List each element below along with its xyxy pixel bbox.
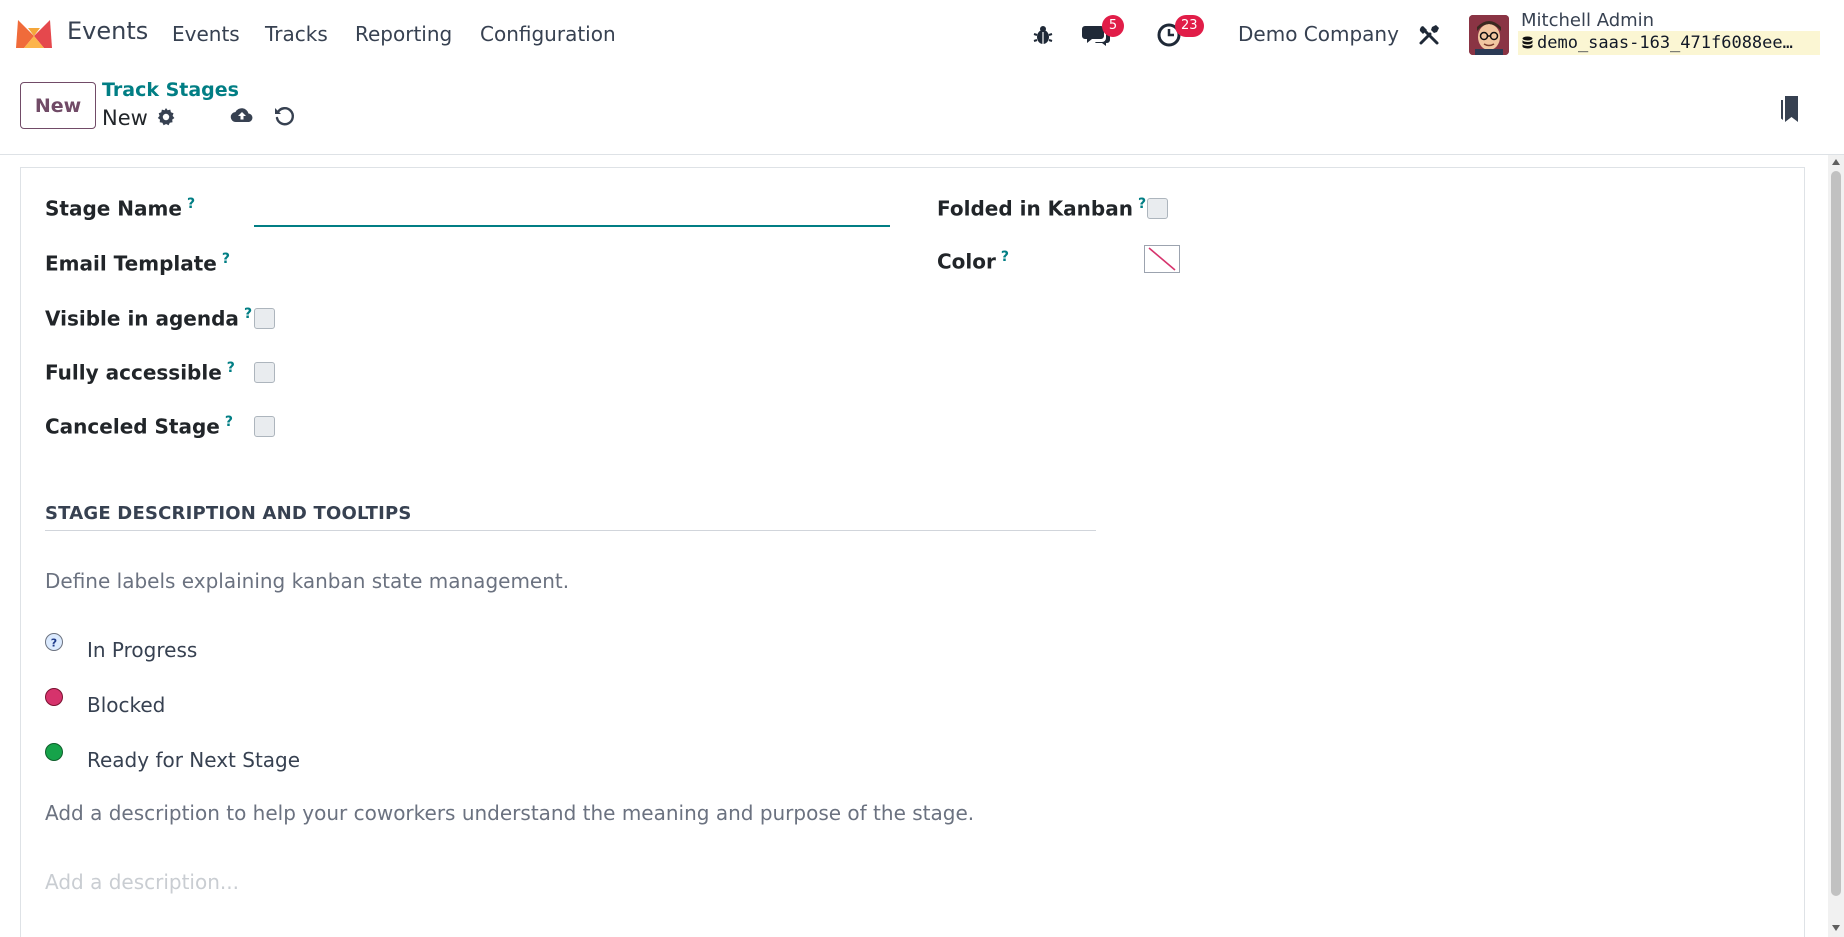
menu-configuration[interactable]: Configuration: [480, 22, 616, 46]
canceled-stage-checkbox[interactable]: [254, 416, 275, 437]
color-help[interactable]: ?: [1001, 249, 1009, 265]
section-divider: [45, 530, 1096, 531]
visible-in-agenda-help[interactable]: ?: [244, 306, 252, 322]
top-navbar: Events Events Tracks Reporting Configura…: [0, 0, 1844, 69]
company-switcher[interactable]: Demo Company: [1238, 22, 1399, 46]
activities-badge: 23: [1175, 15, 1204, 37]
database-label: demo_saas-163_471f6088ee…: [1537, 33, 1793, 53]
state-in-progress-icon[interactable]: ?: [45, 633, 63, 651]
visible-in-agenda-checkbox[interactable]: [254, 308, 275, 329]
canceled-stage-label: Canceled Stage?: [45, 414, 233, 439]
section-help-text: Define labels explaining kanban state ma…: [45, 569, 570, 593]
state-blocked-label[interactable]: Blocked: [87, 693, 165, 717]
scroll-down-arrow-icon[interactable]: [1832, 925, 1840, 931]
scroll-thumb[interactable]: [1831, 171, 1841, 896]
stage-name-help[interactable]: ?: [187, 196, 195, 212]
state-ready-label[interactable]: Ready for Next Stage: [87, 748, 300, 772]
email-template-help[interactable]: ?: [222, 251, 230, 267]
fully-accessible-checkbox[interactable]: [254, 362, 275, 383]
email-template-label: Email Template?: [45, 251, 230, 276]
stage-name-underline: [254, 225, 890, 227]
save-cloud-icon[interactable]: [230, 104, 254, 126]
state-ready-icon[interactable]: [45, 743, 63, 761]
breadcrumb-track-stages[interactable]: Track Stages: [102, 79, 239, 101]
no-color-slash-icon: [1148, 247, 1176, 271]
bookmark-icon[interactable]: [1779, 94, 1801, 124]
question-icon: ?: [51, 637, 57, 650]
section-title: STAGE DESCRIPTION AND TOOLTIPS: [45, 503, 412, 524]
control-panel: New Track Stages New: [0, 69, 1844, 155]
menu-events[interactable]: Events: [172, 22, 240, 46]
discard-undo-icon[interactable]: [273, 105, 295, 127]
fully-accessible-label: Fully accessible?: [45, 360, 235, 385]
menu-reporting[interactable]: Reporting: [355, 22, 452, 46]
settings-tools-icon[interactable]: [1417, 23, 1441, 47]
color-picker[interactable]: [1144, 245, 1180, 273]
messages-badge: 5: [1102, 15, 1124, 37]
user-name[interactable]: Mitchell Admin: [1521, 10, 1654, 31]
stage-name-label: Stage Name?: [45, 196, 196, 221]
fully-accessible-help[interactable]: ?: [227, 360, 235, 376]
visible-in-agenda-label: Visible in agenda?: [45, 306, 253, 331]
avatar-face-icon: [1469, 15, 1509, 55]
user-avatar[interactable]: [1469, 15, 1509, 55]
record-name: New: [102, 106, 148, 130]
form-sheet: Stage Name? Email Template? Visible in a…: [20, 167, 1805, 937]
folded-in-kanban-label: Folded in Kanban?: [937, 196, 1147, 221]
svg-text:?: ?: [51, 637, 57, 650]
menu-tracks[interactable]: Tracks: [265, 22, 328, 46]
scroll-up-arrow-icon[interactable]: [1832, 159, 1840, 165]
state-blocked-icon[interactable]: [45, 688, 63, 706]
app-name[interactable]: Events: [67, 17, 148, 45]
debug-bug-icon[interactable]: [1032, 24, 1054, 46]
gear-icon[interactable]: [156, 107, 176, 127]
color-label: Color?: [937, 249, 1010, 274]
new-button[interactable]: New: [20, 82, 96, 129]
description-editor[interactable]: Add a description...: [45, 870, 239, 894]
page-scrollbar[interactable]: [1828, 155, 1844, 937]
state-in-progress-label[interactable]: In Progress: [87, 638, 197, 662]
canceled-stage-help[interactable]: ?: [225, 414, 233, 430]
folded-in-kanban-help[interactable]: ?: [1138, 196, 1146, 212]
stage-name-input[interactable]: [254, 197, 890, 225]
database-icon: [1522, 36, 1533, 49]
description-help-text: Add a description to help your coworkers…: [45, 801, 975, 825]
database-name: demo_saas-163_471f6088ee…: [1518, 31, 1820, 55]
folded-in-kanban-checkbox[interactable]: [1147, 198, 1168, 219]
app-logo-icon[interactable]: [14, 18, 54, 50]
